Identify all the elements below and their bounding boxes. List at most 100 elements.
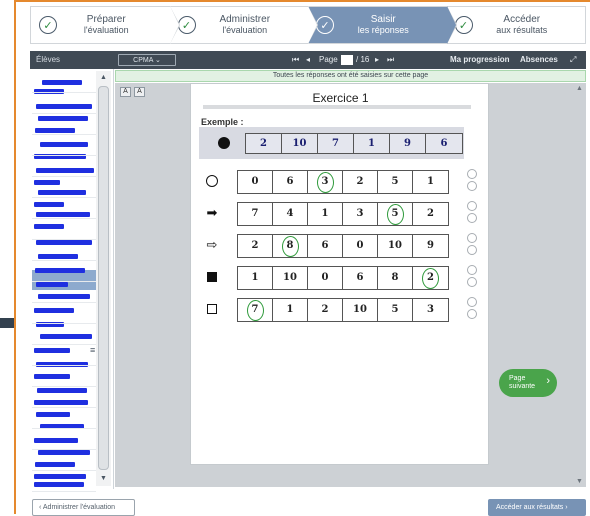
- answer-cell[interactable]: 5: [378, 299, 413, 321]
- answer-cell[interactable]: 6: [273, 171, 308, 193]
- edit-icon[interactable]: [467, 309, 477, 319]
- scroll-thumb[interactable]: [98, 86, 109, 470]
- last-page-icon[interactable]: ⏭: [387, 51, 394, 69]
- edit-icon[interactable]: [467, 181, 477, 191]
- zoom-out-button[interactable]: A: [120, 87, 131, 97]
- class-select[interactable]: CPMA ⌄: [118, 54, 176, 66]
- selected-answer-cell[interactable]: 5: [378, 203, 413, 225]
- no-answer-icon[interactable]: [467, 297, 477, 307]
- answer-cell[interactable]: 1: [238, 267, 273, 289]
- step-subtitle: l'évaluation: [222, 25, 268, 35]
- page-scrollbar[interactable]: ▲ ▼: [574, 83, 586, 487]
- selected-answer-cell[interactable]: 8: [273, 235, 308, 257]
- outline-arrow-symbol: ⇨: [206, 237, 218, 252]
- step-results[interactable]: ✓ Accéder aux résultats: [447, 7, 586, 43]
- step-title: Accéder: [503, 14, 541, 25]
- answer-cell[interactable]: 3: [343, 203, 378, 225]
- first-page-icon[interactable]: ⏮: [292, 51, 299, 69]
- answer-cell[interactable]: 10: [273, 267, 308, 289]
- selected-answer-cell[interactable]: 7: [238, 299, 273, 321]
- answer-cell[interactable]: 10: [378, 235, 413, 257]
- step-subtitle: les réponses: [357, 25, 409, 35]
- list-divider: [32, 302, 96, 303]
- prev-page-icon[interactable]: ◂: [306, 51, 310, 69]
- go-to-results-button[interactable]: Accéder aux résultats ›: [488, 499, 586, 516]
- answer-cell[interactable]: 2: [343, 171, 378, 193]
- answer-cell[interactable]: 1: [273, 299, 308, 321]
- scroll-up-icon[interactable]: ▲: [96, 73, 111, 83]
- chevron-right-icon: ›: [546, 375, 550, 387]
- step-title: Saisir: [370, 14, 396, 25]
- redacted-name: [36, 282, 68, 287]
- answer-cell[interactable]: 0: [308, 267, 343, 289]
- expand-icon[interactable]: ⤢: [570, 51, 576, 69]
- no-answer-icon[interactable]: [467, 265, 477, 275]
- edit-icon[interactable]: [467, 213, 477, 223]
- student-list-scrollbar[interactable]: ▲ ▼: [96, 71, 111, 486]
- no-answer-icon[interactable]: [467, 169, 477, 179]
- no-answer-icon[interactable]: [467, 201, 477, 211]
- selected-answer-cell[interactable]: 2: [413, 267, 448, 289]
- step-enter-answers[interactable]: ✓ Saisir les réponses: [308, 6, 457, 44]
- answer-cell[interactable]: 4: [273, 203, 308, 225]
- filled-circle-symbol: [218, 137, 230, 149]
- outline-square-symbol: [207, 304, 217, 314]
- edit-icon[interactable]: [467, 277, 477, 287]
- answer-cell[interactable]: 2: [413, 203, 448, 225]
- selected-answer-cell[interactable]: 3: [308, 171, 343, 193]
- scroll-down-icon[interactable]: ▼: [576, 478, 585, 485]
- answer-cells: 1 10 0 6 8 2: [237, 266, 449, 290]
- example-row: 2 10 7 1 9 6: [199, 127, 464, 159]
- answer-cell[interactable]: 3: [413, 299, 448, 321]
- answer-cell[interactable]: 6: [343, 267, 378, 289]
- toolbar: Élèves CPMA ⌄ ⏮ ◂ Page / 16 ▸ ⏭ Ma progr…: [30, 51, 586, 69]
- list-divider: [32, 239, 96, 240]
- answer-cell[interactable]: 1: [308, 203, 343, 225]
- answer-cell[interactable]: 2: [308, 299, 343, 321]
- answer-cell[interactable]: 1: [413, 171, 448, 193]
- drag-handle-icon[interactable]: ≡: [90, 345, 95, 355]
- answer-cell[interactable]: 9: [413, 235, 448, 257]
- example-cell: 6: [440, 138, 448, 149]
- step-administer[interactable]: ✓ Administrer l'évaluation: [170, 6, 318, 44]
- scroll-up-icon[interactable]: ▲: [576, 85, 585, 92]
- page-number-input[interactable]: [341, 55, 353, 65]
- status-banner: Toutes les réponses ont été saisies sur …: [115, 70, 586, 82]
- title-rule: [203, 105, 471, 109]
- no-answer-icon[interactable]: [467, 233, 477, 243]
- redacted-name: [34, 438, 78, 443]
- check-icon: ✓: [177, 16, 196, 34]
- redacted-name: [34, 224, 64, 229]
- next-page-icon[interactable]: ▸: [375, 51, 379, 69]
- next-page-button[interactable]: Page suivante ›: [499, 369, 557, 397]
- redacted-name: [38, 190, 86, 195]
- edit-icon[interactable]: [467, 245, 477, 255]
- redacted-name: [36, 104, 92, 109]
- list-divider: [32, 155, 96, 156]
- zoom-in-button[interactable]: A: [134, 87, 145, 97]
- answer-cells: 7 1 2 10 5 3: [237, 298, 449, 322]
- answer-cell[interactable]: 7: [238, 203, 273, 225]
- answer-cell[interactable]: 5: [378, 171, 413, 193]
- answer-cell[interactable]: 10: [343, 299, 378, 321]
- redacted-name: [34, 308, 74, 313]
- selected-student-item[interactable]: [32, 270, 96, 290]
- step-subtitle: aux résultats: [496, 25, 548, 35]
- back-to-administer-button[interactable]: ‹ Administrer l'évaluation: [32, 499, 135, 516]
- answer-cells: 063251: [237, 170, 449, 194]
- list-divider: [32, 386, 96, 387]
- absences-link[interactable]: Absences: [520, 51, 558, 69]
- list-divider: [32, 428, 96, 429]
- redacted-name: [38, 450, 90, 455]
- redacted-name: [38, 294, 90, 299]
- progress-link[interactable]: Ma progression: [450, 51, 510, 69]
- step-prepare[interactable]: ✓ Préparer l'évaluation: [31, 6, 180, 44]
- scroll-down-icon[interactable]: ▼: [96, 474, 111, 484]
- answer-cell[interactable]: 8: [378, 267, 413, 289]
- answer-cells: 741352: [237, 202, 449, 226]
- answer-cell[interactable]: 0: [238, 171, 273, 193]
- answer-cell[interactable]: 0: [343, 235, 378, 257]
- answer-cell[interactable]: 6: [308, 235, 343, 257]
- list-divider: [32, 323, 96, 324]
- answer-cell[interactable]: 2: [238, 235, 273, 257]
